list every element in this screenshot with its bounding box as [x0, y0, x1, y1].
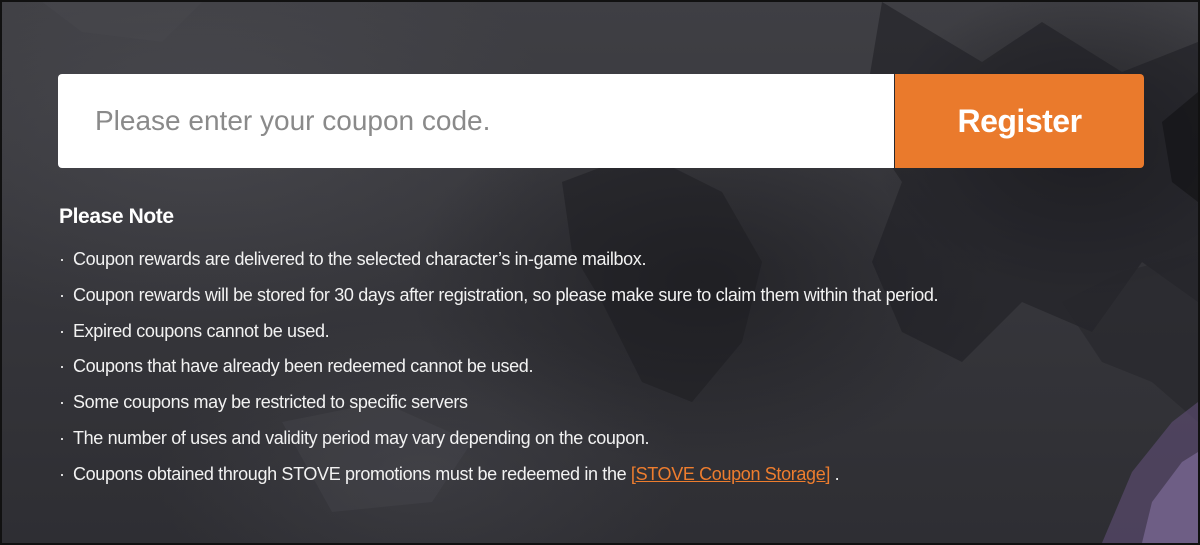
coupon-code-input[interactable] [58, 74, 894, 168]
bullet-icon: · [59, 284, 65, 305]
bullet-icon: · [59, 320, 65, 341]
note-item: · Coupon rewards are delivered to the sel… [59, 242, 938, 278]
coupon-panel: Register Please Note · Coupon rewards are… [0, 0, 1200, 545]
note-item: · Expired coupons cannot be used. [59, 314, 938, 350]
note-item: · Some coupons may be restricted to speci… [59, 385, 938, 421]
note-text: Coupons that have already been redeemed … [73, 356, 534, 377]
register-button[interactable]: Register [895, 74, 1144, 168]
note-text: Some coupons may be restricted to specif… [73, 392, 468, 413]
bullet-icon: · [59, 356, 65, 377]
note-item: · Coupons that have already been redeemed… [59, 349, 938, 385]
note-item-stove: · Coupons obtained through STOVE promotio… [59, 457, 938, 493]
bullet-icon: · [59, 463, 65, 484]
note-text: Coupons obtained through STOVE promotion… [73, 463, 631, 484]
notes-list: · Coupon rewards are delivered to the sel… [59, 242, 939, 493]
note-item: · The number of uses and validity period … [59, 421, 938, 457]
note-text-end: . [830, 463, 840, 484]
note-text: Expired coupons cannot be used. [73, 320, 330, 341]
bullet-icon: · [59, 249, 65, 269]
bullet-icon: · [59, 427, 65, 448]
notes-title: Please Note [59, 205, 174, 228]
note-text: Coupon rewards will be stored for 30 day… [73, 284, 939, 305]
note-text: The number of uses and validity period m… [73, 427, 650, 448]
note-item: · Coupon rewards will be stored for 30 da… [59, 278, 939, 314]
bullet-icon: · [59, 392, 65, 413]
notes-section: Please Note · Coupon rewards are delivere… [59, 204, 939, 493]
coupon-form: Register [58, 74, 1144, 168]
stove-coupon-storage-link[interactable]: [STOVE Coupon Storage] [631, 464, 830, 484]
note-text: Coupon rewards are delivered to the sele… [73, 249, 647, 269]
